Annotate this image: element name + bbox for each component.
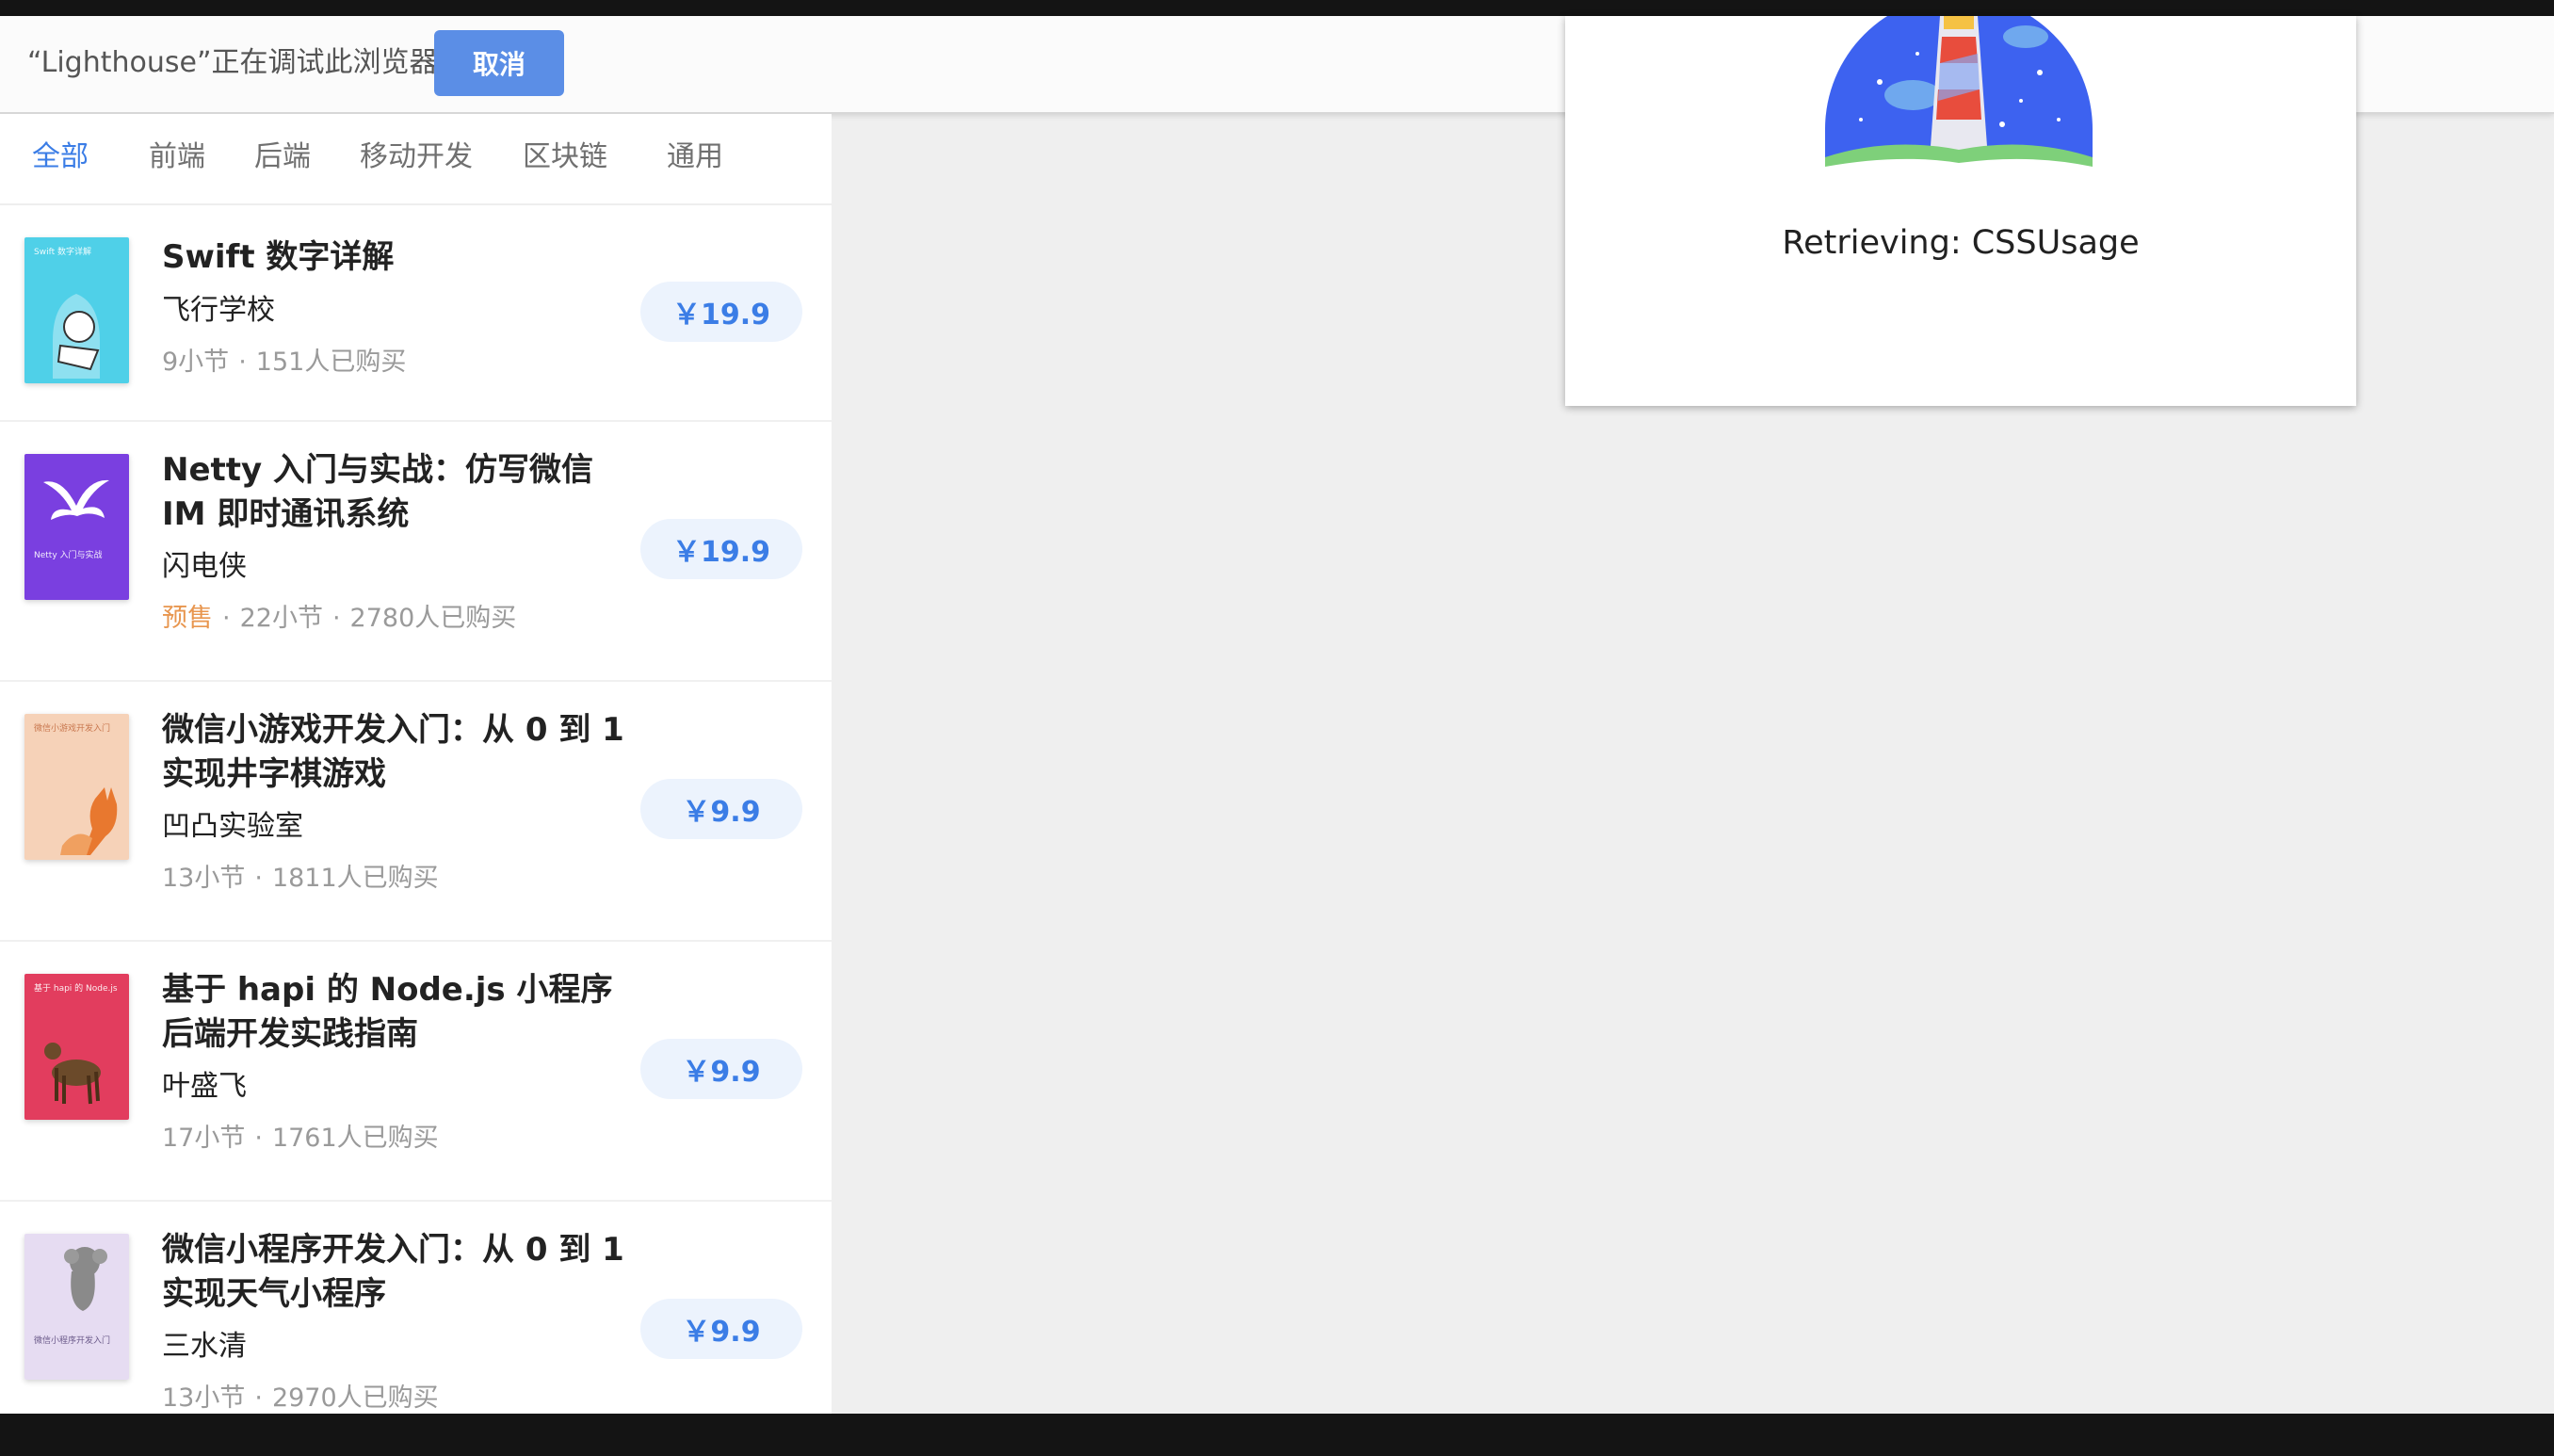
window-bottom-bar <box>0 1414 2554 1456</box>
cover-illustration <box>24 714 129 860</box>
buyer-count: 2780人已购买 <box>349 604 517 633</box>
cover-illustration <box>24 237 129 383</box>
price-button[interactable]: ￥9.9 <box>640 779 802 839</box>
buyer-count: 2970人已购买 <box>271 1383 439 1413</box>
book-author: 闪电侠 <box>162 550 247 583</box>
section-count: 13小节 <box>162 864 246 893</box>
meta-separator: · <box>254 864 263 893</box>
book-cover[interactable]: 基于 hapi 的 Node.js <box>24 974 129 1120</box>
category-tabs: 全部 前端 后端 移动开发 区块链 通用 <box>0 114 832 205</box>
price-button[interactable]: ￥9.9 <box>640 1299 802 1359</box>
list-item[interactable]: 微信小游戏开发入门 微信小游戏开发入门：从 0 到 1 实现井字棋游戏 凹凸实验… <box>0 680 832 942</box>
list-item[interactable]: 基于 hapi 的 Node.js 基于 hapi 的 Node.js 小程序后… <box>0 940 832 1202</box>
list-item[interactable]: 微信小程序开发入门 微信小程序开发入门：从 0 到 1 实现天气小程序 三水清 … <box>0 1200 832 1414</box>
price-button[interactable]: ￥19.9 <box>640 519 802 579</box>
cover-title: 微信小游戏开发入门 <box>34 724 111 734</box>
cover-title: 基于 hapi 的 Node.js <box>34 984 118 994</box>
meta-separator: · <box>238 348 247 377</box>
cover-illustration <box>24 454 129 600</box>
cover-illustration <box>24 974 129 1120</box>
book-title[interactable]: Swift 数字详解 <box>162 235 633 280</box>
tab-general[interactable]: 通用 <box>667 137 723 178</box>
book-meta: 9小节 · 151人已购买 <box>162 346 406 380</box>
book-author: 飞行学校 <box>162 294 275 327</box>
cover-title: 微信小程序开发入门 <box>34 1336 111 1346</box>
cover-illustration <box>24 1234 129 1380</box>
tab-frontend[interactable]: 前端 <box>149 137 205 178</box>
status-text: Retrieving: CSSUsage <box>1782 224 2140 262</box>
lighthouse-dialog: Retrieving: CSSUsage <box>1565 16 2356 406</box>
book-title[interactable]: Netty 入门与实战：仿写微信 IM 即时通讯系统 <box>162 448 633 537</box>
tab-all[interactable]: 全部 <box>32 137 89 178</box>
price-button[interactable]: ￥9.9 <box>640 1039 802 1099</box>
meta-separator: · <box>222 604 231 633</box>
tab-mobile[interactable]: 移动开发 <box>360 137 473 178</box>
book-title[interactable]: 基于 hapi 的 Node.js 小程序后端开发实践指南 <box>162 968 633 1057</box>
book-cover[interactable]: Swift 数字详解 <box>24 237 129 383</box>
book-list-page: 全部 前端 后端 移动开发 区块链 通用 Swift 数字详解 Swift 数字… <box>0 114 832 1414</box>
book-meta: 17小节 · 1761人已购买 <box>162 1122 439 1156</box>
book-title[interactable]: 微信小程序开发入门：从 0 到 1 实现天气小程序 <box>162 1228 633 1317</box>
meta-separator: · <box>254 1124 263 1153</box>
book-author: 叶盛飞 <box>162 1070 247 1103</box>
meta-separator: · <box>254 1383 263 1413</box>
list-item[interactable]: Swift 数字详解 Swift 数字详解 飞行学校 9小节 · 151人已购买 ￥… <box>0 205 832 422</box>
tab-backend[interactable]: 后端 <box>254 137 311 178</box>
cover-title: Netty 入门与实战 <box>34 551 103 560</box>
buyer-count: 151人已购买 <box>255 348 407 377</box>
book-author: 凹凸实验室 <box>162 810 303 843</box>
section-count: 17小节 <box>162 1124 246 1153</box>
book-meta: 13小节 · 2970人已购买 <box>162 1382 439 1414</box>
buyer-count: 1811人已购买 <box>271 864 439 893</box>
book-meta: 13小节 · 1811人已购买 <box>162 862 439 896</box>
lighthouse-logo-icon <box>1825 16 2093 172</box>
book-author: 三水清 <box>162 1330 247 1363</box>
price-button[interactable]: ￥19.9 <box>640 282 802 342</box>
tab-blockchain[interactable]: 区块链 <box>523 137 607 178</box>
presale-tag: 预售 <box>162 604 213 633</box>
cancel-button[interactable]: 取消 <box>434 30 564 96</box>
book-title[interactable]: 微信小游戏开发入门：从 0 到 1 实现井字棋游戏 <box>162 708 633 797</box>
book-meta: 预售 · 22小节 · 2780人已购买 <box>162 602 516 636</box>
section-count: 22小节 <box>239 604 323 633</box>
buyer-count: 1761人已购买 <box>271 1124 439 1153</box>
debug-message: “Lighthouse”正在调试此浏览器 <box>27 46 438 79</box>
book-cover[interactable]: 微信小游戏开发入门 <box>24 714 129 860</box>
book-cover[interactable]: 微信小程序开发入门 <box>24 1234 129 1380</box>
cover-title: Swift 数字详解 <box>34 248 91 257</box>
section-count: 9小节 <box>162 348 230 377</box>
section-count: 13小节 <box>162 1383 246 1413</box>
book-cover[interactable]: Netty 入门与实战 <box>24 454 129 600</box>
list-item[interactable]: Netty 入门与实战 Netty 入门与实战：仿写微信 IM 即时通讯系统 闪… <box>0 420 832 682</box>
meta-separator: · <box>331 604 341 633</box>
window-top-bar <box>0 0 2554 16</box>
